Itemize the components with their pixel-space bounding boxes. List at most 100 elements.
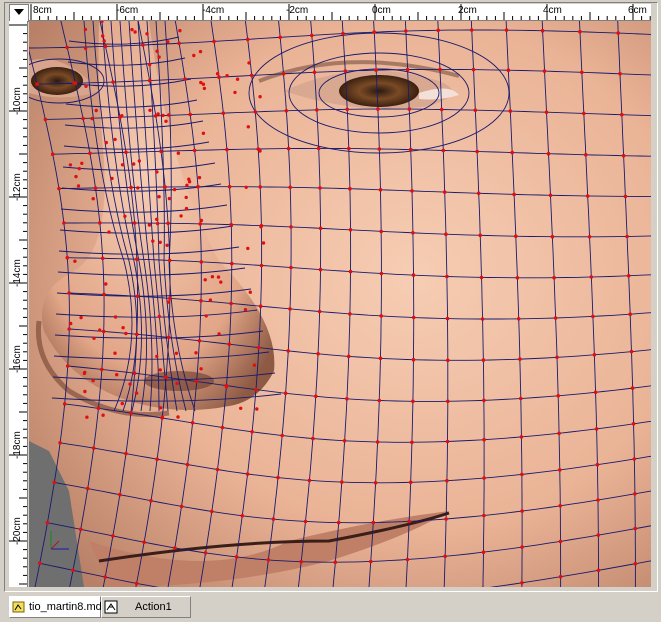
mesh-vertex: [626, 274, 631, 278]
mesh-vertex: [553, 316, 558, 320]
mesh-vertex: [216, 275, 221, 279]
mesh-vertex: [166, 221, 170, 226]
mesh-vertex: [266, 558, 271, 562]
mesh-vertex: [255, 407, 259, 411]
mesh-vertex: [259, 263, 264, 268]
mesh-vertex: [123, 214, 127, 218]
mesh-vertex: [299, 559, 304, 564]
mesh-vertex: [157, 55, 161, 59]
mesh-vertex: [85, 415, 89, 419]
mesh-vertex: [220, 425, 225, 430]
mesh-vertex: [445, 316, 450, 321]
mesh-vertex: [185, 462, 190, 467]
3d-modeling-viewport[interactable]: [29, 21, 651, 587]
mesh-vertex: [372, 30, 377, 34]
mesh-vertex: [199, 299, 203, 303]
mesh-vertex: [333, 560, 338, 564]
mesh-vertex: [84, 84, 88, 88]
mesh-vertex: [445, 274, 449, 279]
mesh-vertex: [134, 391, 139, 395]
right-eye: [339, 75, 419, 107]
mesh-vertex: [544, 110, 549, 114]
mesh-vertex: [542, 69, 547, 73]
mesh-vertex: [204, 314, 208, 318]
mesh-vertex: [376, 107, 380, 111]
mesh-vertex: [194, 379, 199, 384]
mesh-vertex: [129, 411, 133, 415]
mesh-vertex: [479, 275, 484, 280]
mesh-vertex: [168, 296, 172, 301]
mesh-vertex: [192, 148, 197, 153]
mesh-vertex: [160, 415, 165, 419]
mesh-vertex: [239, 406, 243, 410]
mesh-vertex: [257, 345, 261, 350]
mesh-vertex: [215, 467, 220, 472]
mesh-vertex: [371, 520, 376, 525]
mesh-vertex: [104, 282, 108, 286]
mesh-vertex: [405, 557, 410, 562]
mesh-vertex: [79, 315, 83, 320]
mesh-vertex: [310, 33, 314, 38]
mesh-vertex: [135, 257, 139, 261]
mesh-vertex: [280, 433, 284, 438]
mesh-vertex: [441, 148, 446, 153]
mesh-vertex: [348, 312, 352, 316]
mesh-vertex: [592, 353, 597, 357]
tab-action[interactable]: Action1: [101, 596, 191, 618]
mesh-vertex: [411, 273, 416, 277]
mesh-vertex: [369, 559, 373, 564]
mesh-vertex: [259, 225, 263, 229]
mesh-vertex: [481, 550, 486, 554]
mesh-vertex: [445, 478, 449, 483]
mesh-vertex: [166, 335, 171, 340]
mesh-vertex: [69, 321, 73, 326]
mesh-vertex: [506, 68, 511, 72]
mesh-vertex: [203, 551, 208, 555]
mesh-vertex: [67, 327, 71, 331]
ruler-label-0cm: 0cm: [372, 5, 391, 16]
mesh-vertex: [187, 177, 191, 181]
mesh-vertex: [68, 163, 73, 167]
mesh-vertex: [219, 280, 223, 284]
mesh-vertex: [45, 520, 50, 525]
mesh-vertex: [475, 149, 479, 154]
mesh-vertex: [136, 186, 140, 190]
mesh-vertex: [587, 235, 592, 239]
mesh-vertex: [404, 29, 408, 33]
mesh-vertex: [316, 146, 321, 151]
mesh-vertex: [314, 394, 318, 399]
mesh-vertex: [286, 146, 291, 151]
mesh-vertex: [444, 517, 448, 521]
mesh-vertex: [446, 399, 450, 404]
mesh-vertex: [158, 240, 162, 244]
mesh-vertex: [208, 298, 213, 302]
mesh-vertex: [546, 151, 551, 156]
mesh-vertex: [378, 188, 383, 192]
mesh-vertex: [249, 73, 254, 78]
mesh-vertex: [134, 581, 139, 586]
mesh-vertex: [582, 111, 586, 116]
mesh-vertex: [341, 31, 345, 36]
mesh-vertex: [113, 315, 118, 319]
mesh-vertex: [85, 486, 90, 491]
ruler-label-2cm: 2cm: [458, 5, 477, 16]
mesh-vertex: [548, 193, 553, 198]
mesh-vertex: [142, 540, 146, 544]
mesh-vertex: [110, 176, 114, 181]
view-menu-button[interactable]: [9, 4, 29, 22]
vertical-ruler: -10cm -12cm -14cm -16cm -18cm -20cm: [9, 21, 28, 587]
mesh-vertex: [442, 190, 447, 194]
face-wireframe-model[interactable]: [29, 21, 651, 587]
mesh-vertex: [348, 228, 353, 232]
mesh-vertex: [558, 504, 562, 508]
mesh-vertex: [107, 230, 111, 234]
mesh-vertex: [258, 185, 262, 189]
ruler-label-6cm: 6cm: [628, 5, 647, 16]
mesh-vertex: [631, 422, 636, 426]
mesh-vertex: [158, 368, 162, 372]
mesh-vertex: [303, 519, 308, 524]
tab-model-file[interactable]: tio_martin8.mdl: [9, 596, 104, 618]
mesh-vertex: [83, 46, 88, 51]
mesh-vertex: [101, 329, 106, 334]
mesh-vertex: [248, 290, 252, 294]
